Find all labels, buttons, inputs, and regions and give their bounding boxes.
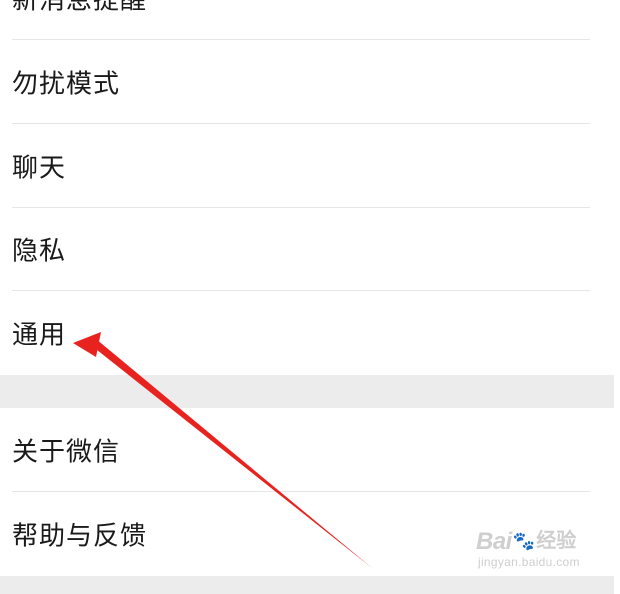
settings-item-chat[interactable]: 聊天 <box>0 124 614 208</box>
settings-group-main: 新消息提醒 勿扰模式 聊天 隐私 通用 <box>0 0 614 375</box>
settings-item-do-not-disturb[interactable]: 勿扰模式 <box>0 40 614 124</box>
settings-item-general[interactable]: 通用 <box>0 291 614 375</box>
settings-item-label: 关于微信 <box>12 437 121 468</box>
watermark-url: jingyan.baidu.com <box>478 555 580 569</box>
settings-item-about-wechat[interactable]: 关于微信 <box>0 408 614 492</box>
settings-item-label: 新消息提醒 <box>12 0 148 16</box>
settings-item-label: 隐私 <box>12 236 67 267</box>
section-separator <box>0 375 614 408</box>
section-separator <box>0 576 614 594</box>
settings-item-label: 通用 <box>12 320 67 351</box>
settings-item-label: 聊天 <box>12 153 67 184</box>
watermark-brand: Bai <box>476 528 512 555</box>
baidu-jingyan-watermark: Bai🐾经验 jingyan.baidu.com <box>476 528 580 569</box>
watermark-suffix: 经验 <box>536 528 577 552</box>
paw-icon: 🐾 <box>512 531 536 552</box>
settings-item-privacy[interactable]: 隐私 <box>0 207 614 291</box>
settings-item-label: 帮助与反馈 <box>12 521 148 552</box>
settings-item-label: 勿扰模式 <box>12 69 121 100</box>
settings-item-new-message-alerts[interactable]: 新消息提醒 <box>0 0 614 40</box>
